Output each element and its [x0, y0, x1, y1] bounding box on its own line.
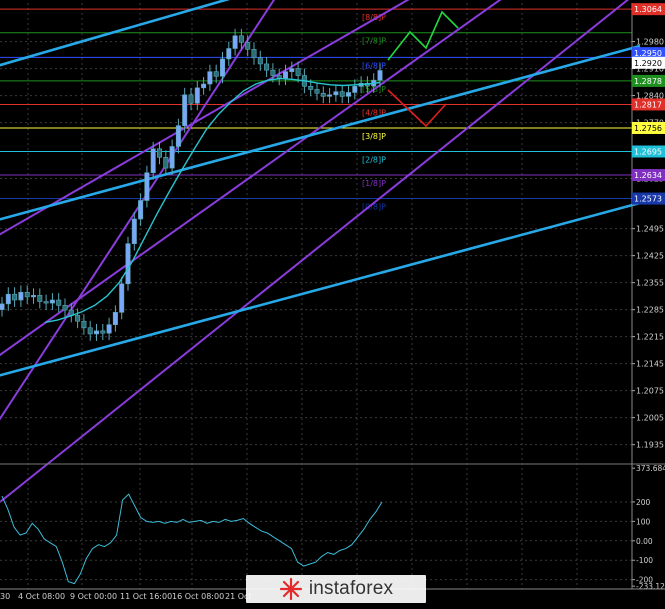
candle-body — [87, 327, 93, 335]
x-tick-label: 11 Oct 16:00 — [120, 592, 172, 601]
candle-body — [213, 71, 219, 77]
candle-body — [201, 83, 207, 89]
murrey-level-label: [3/8]P — [362, 132, 386, 141]
price-box-label: 1.2695 — [634, 148, 662, 157]
instaforex-logo-icon — [279, 577, 302, 601]
candle-body — [327, 94, 333, 97]
candle-body — [232, 35, 238, 49]
candle-body — [43, 301, 49, 304]
candle-body — [0, 303, 5, 310]
candle-body — [24, 291, 30, 298]
candle-body — [94, 330, 100, 335]
oscillator-tick-label: 100 — [636, 517, 651, 526]
price-box-label: 1.3064 — [634, 5, 662, 14]
candle-body — [112, 312, 118, 325]
candle-body — [320, 92, 326, 97]
candle-body — [81, 320, 87, 329]
candle-body — [282, 71, 288, 79]
candle-body — [345, 92, 351, 97]
candle-body — [276, 75, 282, 79]
price-box-label: 1.2573 — [634, 195, 662, 204]
y-tick-label: 1.2005 — [636, 414, 664, 423]
candle-body — [270, 69, 276, 76]
candle-body — [163, 156, 169, 169]
candle-body — [314, 89, 320, 94]
candle-body — [18, 291, 24, 301]
price-box-label: 1.2817 — [634, 100, 662, 109]
candle-body — [30, 295, 36, 298]
candle-body — [220, 58, 226, 77]
candle-body — [289, 68, 295, 72]
candle-body — [238, 35, 244, 43]
candle-body — [125, 243, 131, 285]
murrey-level-label: [1/8]P — [362, 179, 386, 188]
candle-body — [169, 146, 175, 169]
y-tick-label: 1.2285 — [636, 306, 664, 315]
candle-body — [339, 91, 345, 97]
oscillator-tick-label: 0.00 — [636, 537, 653, 546]
murrey-level-label: [2/8]P — [362, 156, 386, 165]
y-tick-label: 1.2425 — [636, 252, 664, 261]
oscillator-tick-label: 200 — [636, 498, 651, 507]
watermark: instaforex — [246, 575, 426, 603]
candle-body — [295, 68, 301, 76]
candle-body — [157, 148, 163, 158]
x-tick-label: 30 — [0, 592, 10, 601]
candle-body — [5, 293, 11, 305]
candle-body — [257, 57, 263, 65]
oscillator-tick-label: -100 — [636, 556, 653, 565]
x-tick-label: 4 Oct 08:00 — [18, 592, 65, 601]
y-tick-label: 1.1935 — [636, 441, 664, 450]
price-box-label: 1.2920 — [634, 59, 662, 68]
candle-body — [144, 172, 150, 201]
y-tick-label: 1.2355 — [636, 279, 664, 288]
candle-body — [226, 48, 232, 60]
y-tick-label: 1.2215 — [636, 333, 664, 342]
murrey-level-label: [7/8]P — [362, 37, 386, 46]
watermark-text: instaforex — [308, 578, 394, 599]
x-tick-label: 16 Oct 08:00 — [172, 592, 224, 601]
y-tick-label: 1.2075 — [636, 387, 664, 396]
candle-body — [194, 87, 200, 104]
oscillator-tick-label: 373.6844 — [636, 464, 665, 473]
price-box-label: 1.2756 — [634, 124, 662, 133]
candle-body — [264, 63, 270, 71]
candle-body — [75, 315, 81, 322]
candle-body — [352, 86, 358, 93]
candle-body — [49, 299, 55, 304]
candle-body — [37, 295, 43, 302]
candle-body — [62, 305, 68, 311]
chart-window: [8/8]P[7/8]P[6/8]P[5/8]P[4/8]P[3/8]P[2/8… — [0, 0, 665, 605]
oscillator-tick-label: -233.124 — [636, 582, 665, 591]
candle-body — [245, 42, 251, 50]
price-box-label: 1.2634 — [634, 171, 662, 180]
candle-body — [207, 71, 213, 85]
candle-body — [333, 91, 339, 96]
candle-body — [100, 330, 106, 334]
candle-body — [182, 94, 188, 126]
price-box-label: 1.2878 — [634, 77, 662, 86]
candle-body — [150, 148, 156, 174]
candle-body — [377, 70, 383, 81]
y-tick-label: 1.2980 — [636, 38, 664, 47]
chart-background — [0, 0, 665, 605]
x-tick-label: 9 Oct 00:00 — [70, 592, 117, 601]
candle-body — [308, 86, 314, 90]
murrey-level-label: [6/8]P — [362, 61, 386, 70]
candle-body — [131, 218, 137, 244]
candle-body — [56, 299, 62, 306]
y-tick-label: 1.2145 — [636, 360, 664, 369]
candle-body — [175, 125, 181, 147]
candle-body — [188, 94, 194, 104]
candle-body — [12, 293, 18, 301]
chart-canvas: [8/8]P[7/8]P[6/8]P[5/8]P[4/8]P[3/8]P[2/8… — [0, 0, 665, 605]
candle-body — [106, 324, 112, 334]
y-tick-label: 1.2495 — [636, 225, 664, 234]
candle-body — [251, 48, 257, 59]
candle-body — [138, 200, 144, 220]
candle-body — [119, 283, 125, 313]
